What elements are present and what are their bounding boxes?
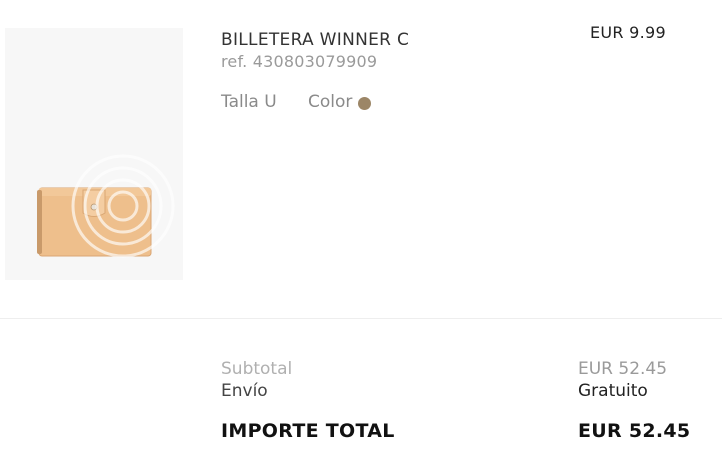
subtotal-label: Subtotal — [221, 359, 293, 379]
shipping-label: Envío — [221, 381, 268, 401]
product-price: EUR 9.99 — [589, 23, 666, 42]
color-swatch-icon — [358, 97, 372, 110]
product-name[interactable]: BILLETERA WINNER C — [221, 30, 409, 50]
total-value: EUR 52.45 — [578, 420, 691, 442]
shipping-value: Gratuito — [578, 381, 648, 401]
subtotal-value: EUR 52.45 — [578, 359, 668, 379]
product-reference: ref. 430803079909 — [221, 52, 378, 71]
total-label: IMPORTE TOTAL — [221, 420, 395, 442]
product-color-label: Color — [308, 92, 353, 112]
product-color: Color — [308, 92, 372, 112]
product-image[interactable] — [5, 28, 183, 280]
product-size: Talla U — [221, 92, 277, 112]
summary-divider — [0, 318, 722, 319]
wallet-icon — [37, 154, 175, 258]
